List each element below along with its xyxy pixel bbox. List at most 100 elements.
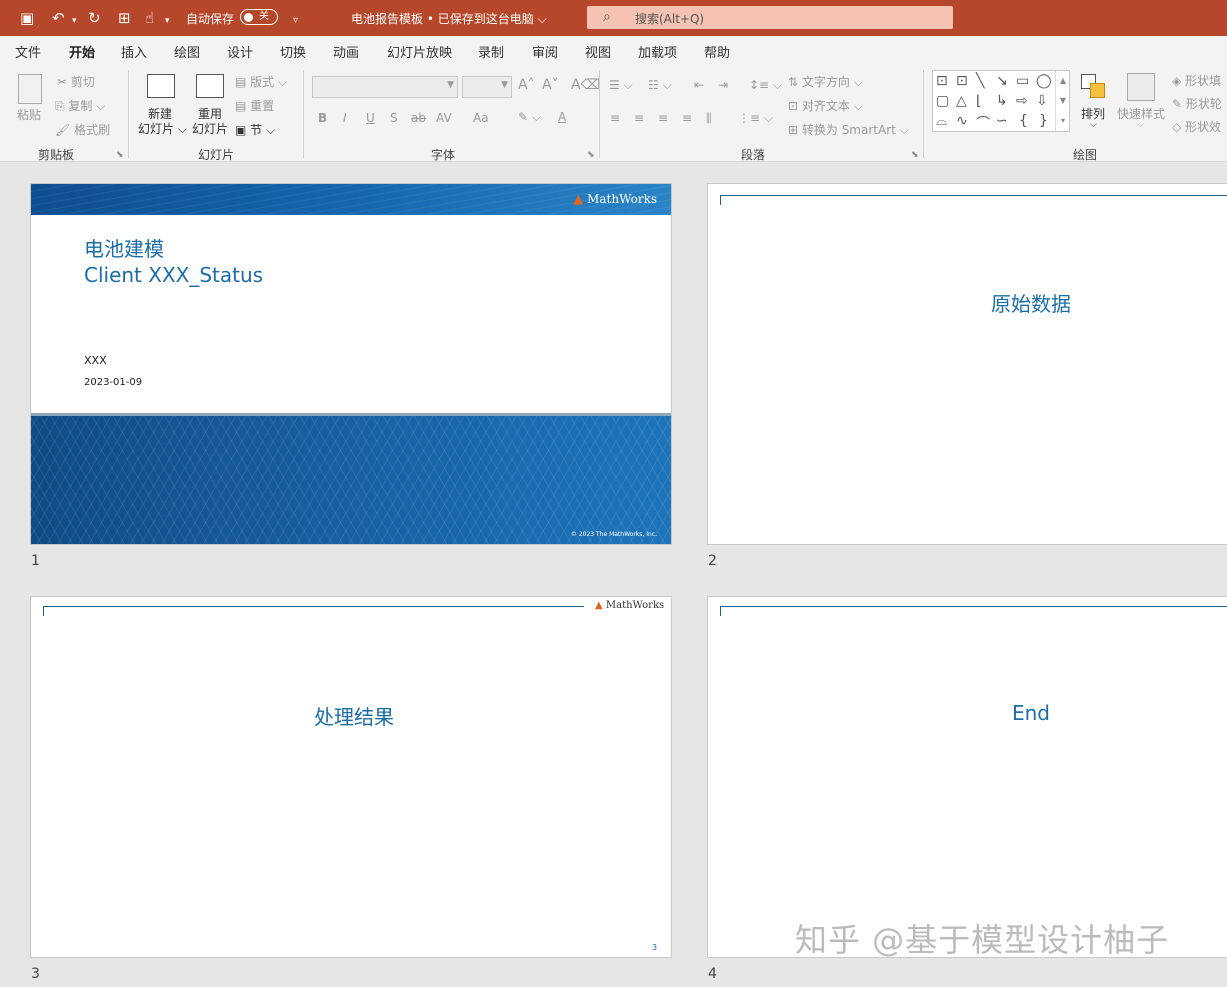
cut-button[interactable]: ✂ 剪切	[57, 73, 95, 90]
redo-icon[interactable]: ↻	[88, 9, 101, 27]
scribble-shape-icon[interactable]: ∿	[956, 113, 968, 129]
shadow-button[interactable]: S	[390, 111, 398, 125]
document-title[interactable]: 电池报告模板 • 已保存到这台电脑 ⌵	[351, 10, 547, 27]
search-box[interactable]: ⌕ 搜索(Alt+Q)	[587, 6, 953, 29]
shapes-gallery[interactable]: ⊡ ⊡ ╲ ↘ ▭ ◯ ▢ △ ⌊ ↳ ⇨ ⇩ ⌓ ∿ ⌒ ∽ { } ▲ ▼ ▾	[932, 70, 1070, 132]
tab-transitions[interactable]: 切换	[280, 42, 306, 61]
tab-addins[interactable]: 加载项	[638, 42, 677, 61]
customize-quick-access-icon[interactable]: ▿	[293, 12, 298, 30]
text-direction-button[interactable]: ⇅ 文字方向 ⌵	[788, 73, 863, 90]
arrange-icon[interactable]	[1081, 74, 1107, 100]
tab-file[interactable]: 文件	[15, 42, 41, 61]
rectangle-shape-icon[interactable]: ▭	[1016, 73, 1029, 89]
character-spacing-button[interactable]: AV	[436, 111, 452, 125]
justify-icon[interactable]: ≡	[682, 111, 692, 125]
layout-button[interactable]: ▤ 版式 ⌵	[235, 73, 287, 90]
line-spacing-icon[interactable]: ↕≡ ⌵	[749, 78, 782, 93]
bold-button[interactable]: B	[318, 111, 327, 125]
down-arrow-shape-icon[interactable]: ⇩	[1036, 93, 1048, 109]
gallery-scroll[interactable]: ▲ ▼ ▾	[1055, 71, 1070, 131]
shape-outline-button[interactable]: ✎ 形状轮	[1172, 95, 1222, 112]
align-text-vertical-icon[interactable]: ⋮≡ ⌵	[738, 111, 773, 126]
align-left-icon[interactable]: ≡	[610, 111, 620, 125]
undo-icon[interactable]: ↶	[52, 9, 65, 27]
font-launcher-icon[interactable]: ⬊	[587, 150, 595, 160]
shape-fill-button[interactable]: ◈ 形状填	[1172, 72, 1221, 89]
format-painter-button[interactable]: 🖌 格式刷	[55, 121, 110, 138]
chevron-down-icon[interactable]: ⌵	[1090, 120, 1097, 130]
paste-button[interactable]: 粘贴	[17, 106, 41, 123]
tab-view[interactable]: 视图	[585, 42, 611, 61]
freeform-shape-icon[interactable]: ⌓	[936, 113, 947, 129]
slide-title[interactable]: End	[908, 701, 1154, 725]
underline-button[interactable]: U	[366, 111, 375, 125]
tab-record[interactable]: 录制	[478, 42, 504, 61]
shrink-font-icon[interactable]: A˅	[542, 77, 559, 93]
autosave-toggle[interactable]: 关	[240, 9, 278, 25]
tab-draw[interactable]: 绘图	[174, 42, 200, 61]
elbow-connector-shape-icon[interactable]: ⌊	[976, 93, 981, 109]
slide-thumbnail-1[interactable]: ▲ MathWorks 电池建模 Client XXX_Status XXX 2…	[30, 183, 672, 545]
oval-shape-icon[interactable]: ◯	[1036, 73, 1052, 89]
tab-design[interactable]: 设计	[227, 42, 253, 61]
strikethrough-button[interactable]: ab	[411, 111, 426, 125]
presentation-icon[interactable]: ⊞	[118, 9, 131, 27]
italic-button[interactable]: I	[343, 111, 347, 125]
touch-dropdown-icon[interactable]: ▾	[165, 12, 170, 30]
tab-home[interactable]: 开始	[69, 42, 96, 67]
font-size-combo[interactable]: ▼	[462, 76, 512, 98]
slide-title[interactable]: 处理结果	[231, 701, 477, 730]
reuse-slide-button[interactable]: 幻灯片	[192, 120, 228, 137]
triangle-shape-icon[interactable]: △	[956, 93, 967, 109]
align-center-icon[interactable]: ≡	[634, 111, 644, 125]
convert-smartart-button[interactable]: ⊞ 转换为 SmartArt ⌵	[788, 121, 909, 138]
reset-button[interactable]: ▤ 重置	[235, 97, 274, 114]
tab-review[interactable]: 审阅	[532, 42, 558, 61]
chevron-down-icon[interactable]: ⌵	[1137, 120, 1144, 130]
arc-shape-icon[interactable]: ⌒	[976, 113, 990, 133]
bullets-icon[interactable]: ☰ ⌵	[609, 78, 633, 93]
clipboard-launcher-icon[interactable]: ⬊	[116, 150, 124, 160]
new-slide-icon[interactable]	[147, 74, 175, 98]
new-slide-button[interactable]: 幻灯片 ⌵	[138, 120, 187, 137]
slide-title[interactable]: 原始数据	[908, 288, 1154, 317]
clear-formatting-icon[interactable]: A⌫	[571, 77, 600, 93]
tab-slideshow[interactable]: 幻灯片放映	[387, 42, 452, 61]
quick-styles-icon[interactable]	[1127, 73, 1155, 101]
align-right-icon[interactable]: ≡	[658, 111, 668, 125]
columns-icon[interactable]: ⫼	[706, 111, 712, 126]
slide-title[interactable]: 电池建模 Client XXX_Status	[84, 236, 263, 288]
align-text-button[interactable]: ⊡ 对齐文本 ⌵	[788, 97, 863, 114]
section-button[interactable]: ▣ 节 ⌵	[235, 121, 275, 138]
copy-button[interactable]: ⎘ 复制 ⌵	[55, 97, 105, 114]
grow-font-icon[interactable]: A˄	[518, 77, 535, 93]
undo-dropdown-icon[interactable]: ▾	[72, 12, 77, 30]
paste-icon[interactable]	[18, 74, 42, 104]
line-shape-icon[interactable]: ╲	[976, 73, 984, 89]
font-family-combo[interactable]: ▼	[312, 76, 458, 98]
font-color-button[interactable]: A	[558, 110, 566, 124]
tab-help[interactable]: 帮助	[704, 42, 730, 61]
right-arrow-shape-icon[interactable]: ⇨	[1016, 93, 1028, 109]
vertical-textbox-shape-icon[interactable]: ⊡	[956, 73, 968, 89]
tab-insert[interactable]: 插入	[121, 42, 147, 61]
save-icon[interactable]: ▣	[20, 9, 34, 27]
reuse-slide-icon[interactable]	[196, 74, 224, 98]
decrease-indent-icon[interactable]: ⇤	[694, 78, 704, 92]
increase-indent-icon[interactable]: ⇥	[718, 78, 728, 92]
change-case-button[interactable]: Aa	[473, 111, 489, 125]
shape-effects-button[interactable]: ◇ 形状效	[1172, 118, 1221, 135]
tab-animations[interactable]: 动画	[333, 42, 359, 61]
left-brace-shape-icon[interactable]: {	[1019, 113, 1028, 129]
slide-thumbnail-4[interactable]: End	[707, 596, 1227, 958]
slide-author[interactable]: XXX	[84, 354, 107, 367]
slide-date[interactable]: 2023-01-09	[84, 377, 142, 388]
elbow-arrow-shape-icon[interactable]: ↳	[996, 93, 1008, 109]
arrow-line-shape-icon[interactable]: ↘	[996, 73, 1008, 89]
numbering-icon[interactable]: ☷ ⌵	[648, 78, 672, 93]
curve-shape-icon[interactable]: ∽	[996, 113, 1008, 129]
right-brace-shape-icon[interactable]: }	[1039, 113, 1048, 129]
slide-thumbnail-2[interactable]: 原始数据	[707, 183, 1227, 545]
textbox-shape-icon[interactable]: ⊡	[936, 73, 948, 89]
highlight-color-icon[interactable]: ✎ ⌵	[518, 110, 541, 125]
